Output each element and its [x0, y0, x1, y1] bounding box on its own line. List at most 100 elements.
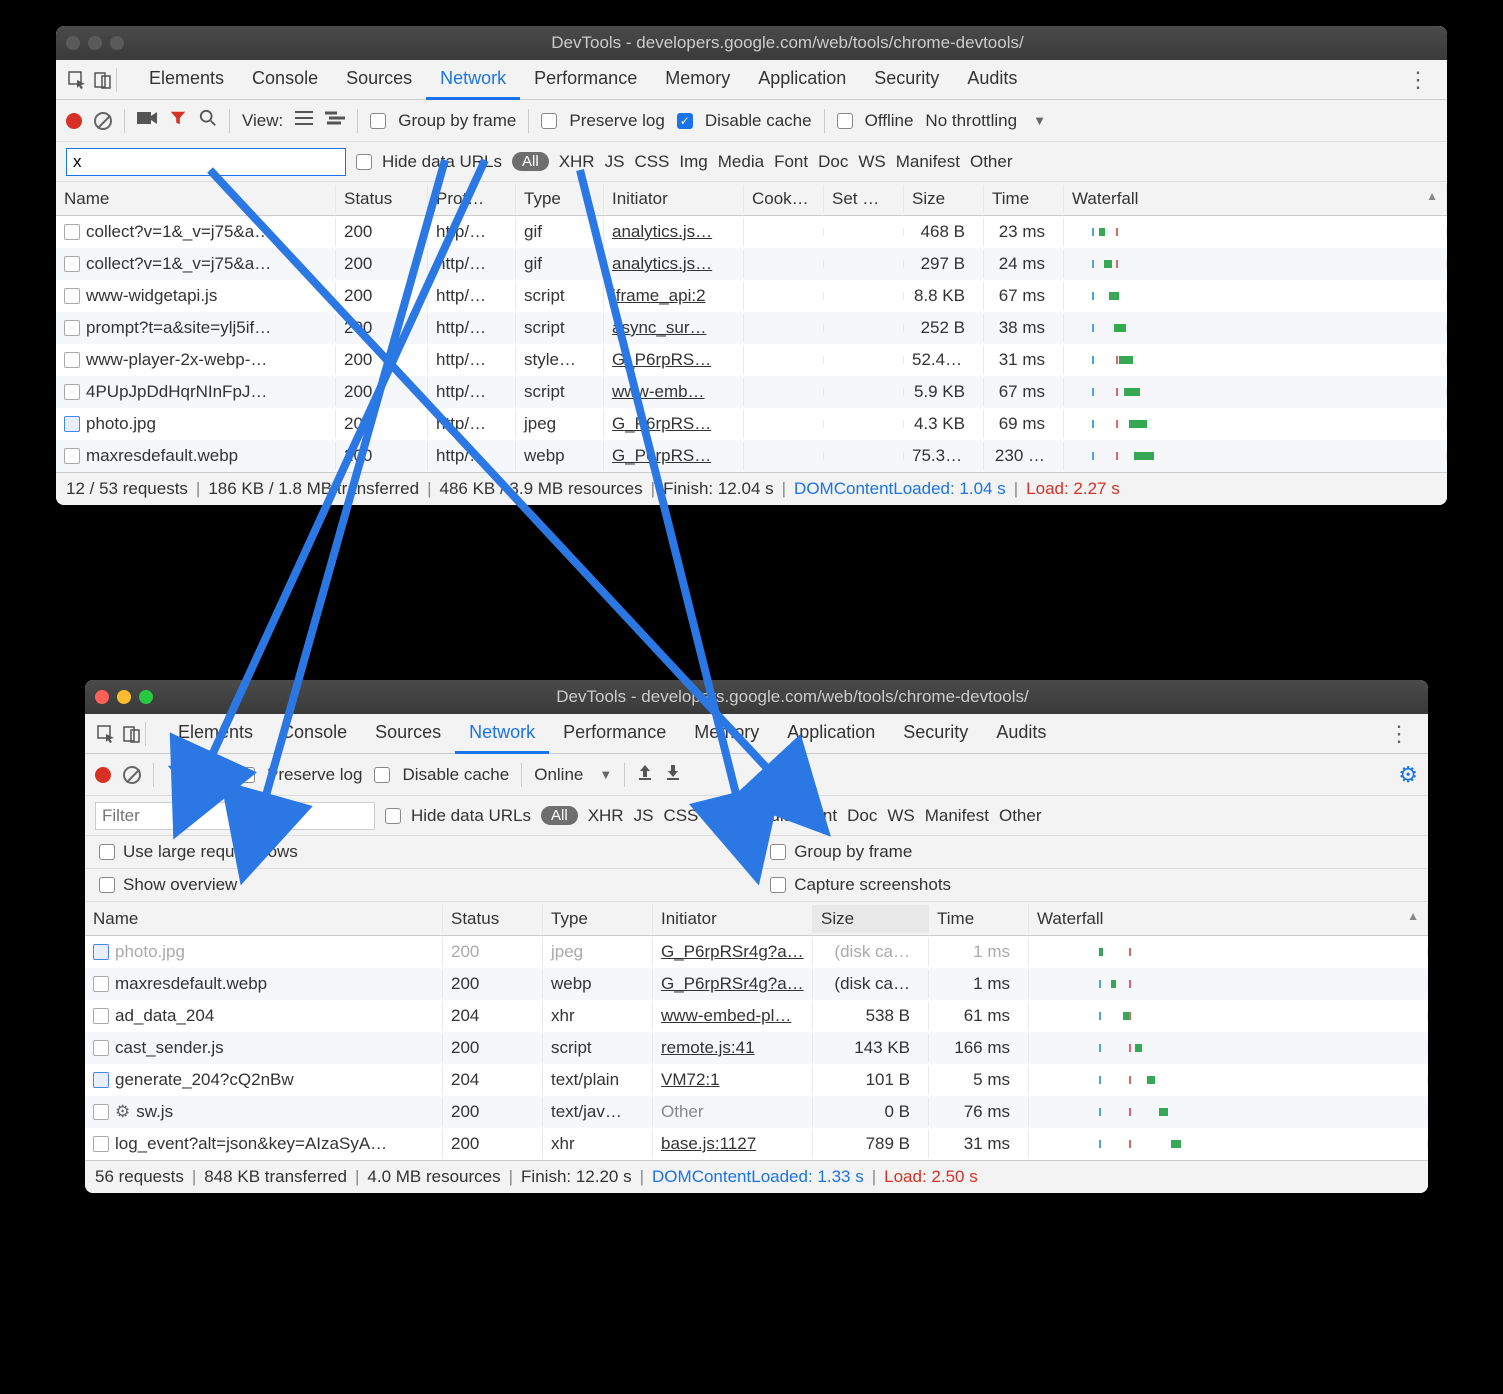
group-by-frame-checkbox[interactable]: [370, 113, 386, 129]
tab-performance[interactable]: Performance: [549, 714, 680, 754]
capture-screenshots-checkbox[interactable]: [770, 877, 786, 893]
filter-js[interactable]: JS: [634, 806, 654, 826]
close-dot[interactable]: [66, 36, 80, 50]
filter-all[interactable]: All: [512, 152, 549, 171]
cell-initiator[interactable]: www-embed-pl…: [653, 1002, 813, 1030]
online-select[interactable]: Online: [534, 765, 583, 785]
device-icon[interactable]: [90, 70, 116, 90]
hide-data-urls-checkbox[interactable]: [356, 154, 372, 170]
preserve-log-checkbox[interactable]: [239, 767, 255, 783]
filter-img[interactable]: Img: [679, 152, 707, 172]
preserve-log-checkbox[interactable]: [541, 113, 557, 129]
throttling-dropdown-icon[interactable]: ▼: [1033, 113, 1046, 128]
tab-application[interactable]: Application: [773, 714, 889, 754]
cell-initiator[interactable]: G_P6rpRSr4g?a…: [653, 970, 813, 998]
close-dot[interactable]: [95, 690, 109, 704]
tab-console[interactable]: Console: [238, 60, 332, 100]
search-icon[interactable]: [196, 763, 214, 786]
col-protocol[interactable]: Prot…: [428, 185, 516, 213]
filter-css[interactable]: CSS: [663, 806, 698, 826]
cell-initiator[interactable]: G_P6rpRS…: [604, 410, 744, 438]
col-setcookies[interactable]: Set …: [824, 185, 904, 213]
filter-other[interactable]: Other: [999, 806, 1042, 826]
tab-network[interactable]: Network: [455, 714, 549, 754]
filter-icon[interactable]: [166, 763, 184, 786]
cell-initiator[interactable]: Other: [653, 1098, 813, 1126]
cell-initiator[interactable]: async_sur…: [604, 314, 744, 342]
table-row[interactable]: ad_data_204204xhrwww-embed-pl…538 B61 ms: [85, 1000, 1428, 1032]
overview-icon[interactable]: [325, 110, 345, 131]
filter-other[interactable]: Other: [970, 152, 1013, 172]
cell-initiator[interactable]: analytics.js…: [604, 250, 744, 278]
clear-button[interactable]: [123, 766, 141, 784]
col-time[interactable]: Time: [984, 185, 1064, 213]
throttling-dropdown-icon[interactable]: ▼: [599, 767, 612, 782]
upload-har-icon[interactable]: [637, 763, 653, 786]
disable-cache-checkbox[interactable]: ✓: [677, 113, 693, 129]
table-row[interactable]: cast_sender.js200scriptremote.js:41143 K…: [85, 1032, 1428, 1064]
filter-input[interactable]: [95, 802, 375, 830]
table-row[interactable]: 4PUpJpDdHqrNInFpJ…200http/…scriptwww-emb…: [56, 376, 1447, 408]
tab-elements[interactable]: Elements: [164, 714, 267, 754]
cell-initiator[interactable]: analytics.js…: [604, 218, 744, 246]
minimize-dot[interactable]: [117, 690, 131, 704]
settings-gear-icon[interactable]: ⚙: [1398, 762, 1418, 788]
cell-initiator[interactable]: G_P6rpRS…: [604, 346, 744, 374]
group-frame-checkbox[interactable]: [770, 844, 786, 860]
filter-manifest[interactable]: Manifest: [896, 152, 960, 172]
overflow-menu-icon[interactable]: ⋮: [1378, 721, 1420, 747]
filter-manifest[interactable]: Manifest: [925, 806, 989, 826]
col-name[interactable]: Name: [85, 905, 443, 933]
table-row[interactable]: ⚙ sw.js200text/jav…Other0 B76 ms: [85, 1096, 1428, 1128]
tab-sources[interactable]: Sources: [332, 60, 426, 100]
col-type[interactable]: Type: [516, 185, 604, 213]
zoom-dot[interactable]: [139, 690, 153, 704]
search-icon[interactable]: [199, 109, 217, 132]
minimize-dot[interactable]: [88, 36, 102, 50]
filter-media[interactable]: Media: [718, 152, 764, 172]
filter-doc[interactable]: Doc: [818, 152, 848, 172]
filter-font[interactable]: Font: [774, 152, 808, 172]
filter-xhr[interactable]: XHR: [588, 806, 624, 826]
tab-audits[interactable]: Audits: [953, 60, 1031, 100]
tab-security[interactable]: Security: [860, 60, 953, 100]
col-time[interactable]: Time: [929, 905, 1029, 933]
titlebar[interactable]: DevTools - developers.google.com/web/too…: [85, 680, 1428, 714]
col-status[interactable]: Status: [443, 905, 543, 933]
tab-elements[interactable]: Elements: [135, 60, 238, 100]
throttling-select[interactable]: No throttling: [925, 111, 1017, 131]
filter-all[interactable]: All: [541, 806, 578, 825]
inspect-icon[interactable]: [93, 724, 119, 744]
table-row[interactable]: generate_204?cQ2nBw204text/plainVM72:110…: [85, 1064, 1428, 1096]
filter-js[interactable]: JS: [605, 152, 625, 172]
table-row[interactable]: log_event?alt=json&key=AIzaSyA…200xhrbas…: [85, 1128, 1428, 1160]
col-status[interactable]: Status: [336, 185, 428, 213]
tab-security[interactable]: Security: [889, 714, 982, 754]
filter-doc[interactable]: Doc: [847, 806, 877, 826]
hide-data-urls-checkbox[interactable]: [385, 808, 401, 824]
cell-initiator[interactable]: G_P6rpRSr4g?a…: [653, 938, 813, 966]
clear-button[interactable]: [94, 112, 112, 130]
device-icon[interactable]: [119, 724, 145, 744]
table-row[interactable]: maxresdefault.webp200webpG_P6rpRSr4g?a…(…: [85, 968, 1428, 1000]
tab-sources[interactable]: Sources: [361, 714, 455, 754]
large-rows-icon[interactable]: [295, 110, 313, 131]
filter-media[interactable]: Media: [747, 806, 793, 826]
table-row[interactable]: prompt?t=a&site=ylj5if…200http/…scriptas…: [56, 312, 1447, 344]
camera-icon[interactable]: [137, 110, 157, 131]
cell-initiator[interactable]: iframe_api:2: [604, 282, 744, 310]
cell-initiator[interactable]: www-emb…: [604, 378, 744, 406]
disable-cache-checkbox[interactable]: [374, 767, 390, 783]
col-waterfall[interactable]: Waterfall ▲: [1029, 905, 1428, 933]
download-har-icon[interactable]: [665, 763, 681, 786]
large-rows-checkbox[interactable]: [99, 844, 115, 860]
cell-initiator[interactable]: G_P6rpRS…: [604, 442, 744, 470]
titlebar[interactable]: DevTools - developers.google.com/web/too…: [56, 26, 1447, 60]
filter-input[interactable]: [66, 148, 346, 176]
inspect-icon[interactable]: [64, 70, 90, 90]
col-waterfall[interactable]: Waterfall ▲: [1064, 185, 1447, 213]
table-row[interactable]: maxresdefault.webp200http/…webpG_P6rpRS……: [56, 440, 1447, 472]
filter-ws[interactable]: WS: [858, 152, 885, 172]
tab-application[interactable]: Application: [744, 60, 860, 100]
filter-img[interactable]: Img: [708, 806, 736, 826]
